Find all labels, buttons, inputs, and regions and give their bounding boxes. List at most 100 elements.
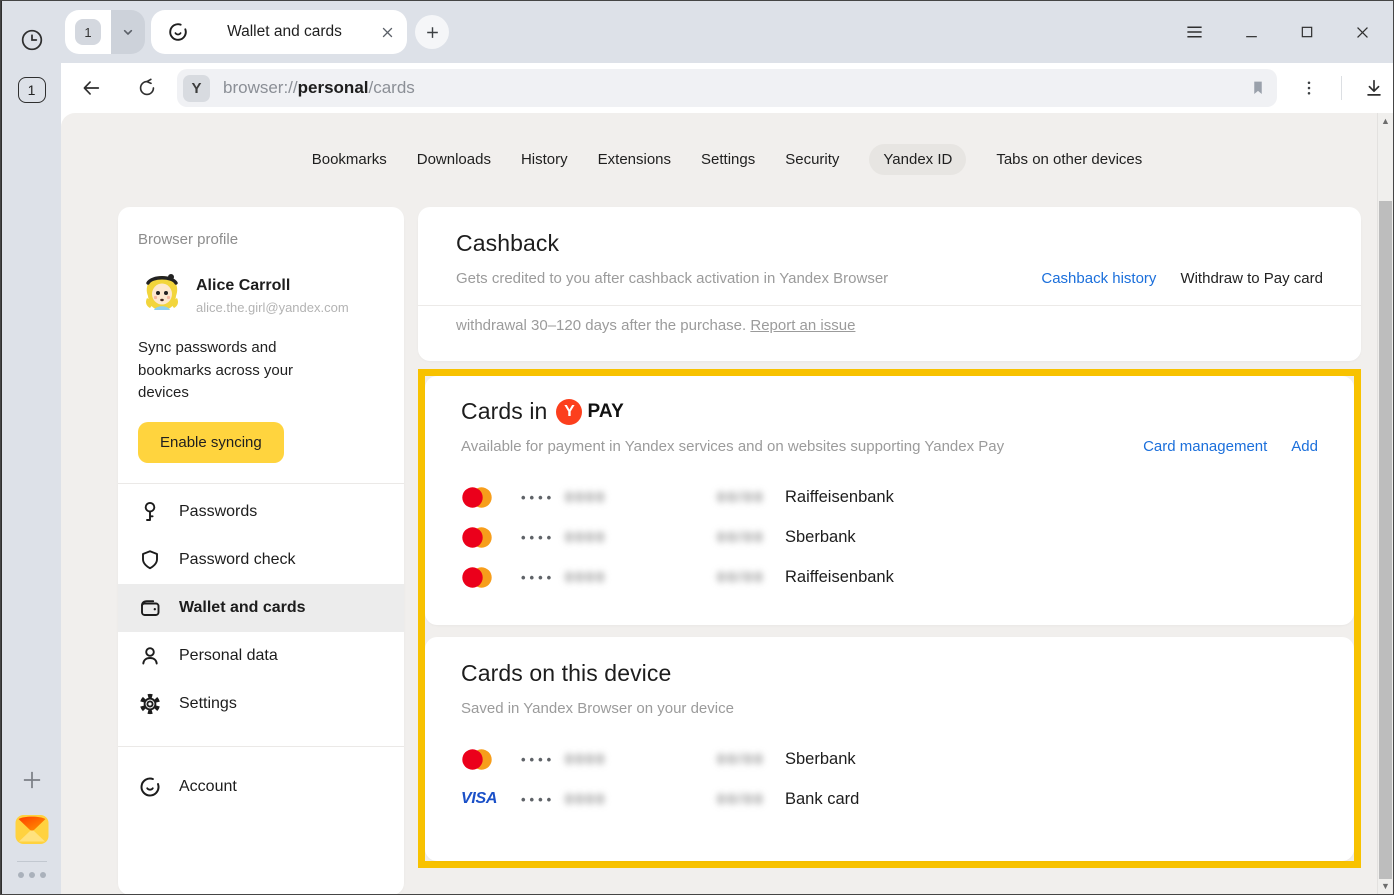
kebab-menu-icon[interactable] — [1291, 70, 1327, 106]
nav-downloads[interactable]: Downloads — [417, 151, 491, 168]
tab-close-icon[interactable] — [380, 25, 395, 40]
menu-item-wallet-and-cards[interactable]: Wallet and cards — [118, 584, 404, 632]
card-row[interactable]: •••• 0000 00/00 Raiffeisenbank — [425, 477, 1354, 517]
url-text[interactable]: browser://personal/cards — [223, 78, 1249, 98]
yandex-id-icon — [138, 775, 162, 799]
nav-history[interactable]: History — [521, 151, 568, 168]
menu-item-personal-data[interactable]: Personal data — [118, 632, 404, 680]
nav-yandex-id[interactable]: Yandex ID — [869, 144, 966, 175]
gear-icon — [138, 692, 162, 716]
site-favicon-y: Y — [183, 75, 210, 102]
nav-security[interactable]: Security — [785, 151, 839, 168]
browser-menu-icon[interactable] — [1185, 24, 1204, 40]
shield-icon — [138, 548, 162, 572]
tab-group-chevron[interactable] — [111, 10, 145, 54]
card-number-blurred: 0000 — [565, 529, 717, 546]
cashback-title: Cashback — [456, 230, 1323, 257]
profile-section-label: Browser profile — [138, 231, 384, 248]
menu-label: Account — [179, 778, 237, 796]
profile-panel: Browser profile — [118, 207, 404, 894]
menu-label: Password check — [179, 551, 296, 569]
nav-extensions[interactable]: Extensions — [598, 151, 671, 168]
person-icon — [138, 644, 162, 668]
browser-window: 1 1 — [0, 0, 1394, 895]
card-number-blurred: 0000 — [565, 569, 717, 586]
card-row[interactable]: VISA •••• 0000 00/00 Bank card — [425, 779, 1354, 819]
nav-tabs-other-devices[interactable]: Tabs on other devices — [996, 151, 1142, 168]
enable-syncing-button[interactable]: Enable syncing — [138, 422, 284, 463]
sync-description: Sync passwords and bookmarks across your… — [138, 337, 328, 405]
yandex-logo-icon: Y — [556, 399, 582, 425]
tab-group-control[interactable]: 1 — [65, 10, 145, 54]
settings-page: Bookmarks Downloads History Extensions S… — [61, 113, 1393, 894]
avatar[interactable] — [138, 270, 186, 318]
scroll-up-arrow-icon[interactable]: ▲ — [1378, 113, 1393, 129]
card-bank-name: Raiffeisenbank — [785, 568, 1318, 587]
menu-item-settings[interactable]: Settings — [118, 680, 404, 728]
page-scrollbar[interactable]: ▲ ▼ — [1377, 113, 1393, 894]
bookmark-flag-icon[interactable] — [1249, 78, 1267, 98]
tab-title: Wallet and cards — [189, 23, 380, 41]
scroll-down-arrow-icon[interactable]: ▼ — [1378, 878, 1393, 894]
yandex-id-favicon — [167, 21, 189, 43]
menu-item-password-check[interactable]: Password check — [118, 536, 404, 584]
cashback-subtitle: Gets credited to you after cashback acti… — [456, 270, 1041, 287]
card-number-blurred: 0000 — [565, 751, 717, 768]
menu-item-passwords[interactable]: Passwords — [118, 488, 404, 536]
card-bank-name: Sberbank — [785, 528, 1318, 547]
cashback-history-link[interactable]: Cashback history — [1041, 270, 1156, 287]
scrollbar-thumb[interactable] — [1379, 201, 1392, 879]
tab-strip: 1 Wallet and cards — [61, 1, 1393, 63]
back-icon[interactable] — [73, 70, 109, 106]
add-card-link[interactable]: Add — [1291, 438, 1318, 455]
card-expiry-blurred: 00/00 — [717, 791, 785, 808]
card-number-blurred: 0000 — [565, 791, 717, 808]
report-an-issue-link[interactable]: Report an issue — [750, 317, 855, 334]
mastercard-icon — [461, 526, 521, 549]
card-bank-name: Bank card — [785, 790, 1318, 809]
card-management-link[interactable]: Card management — [1143, 438, 1267, 455]
active-tab[interactable]: Wallet and cards — [151, 10, 407, 54]
sidebar-add-icon[interactable] — [19, 767, 45, 793]
window-maximize-icon[interactable] — [1299, 24, 1315, 40]
card-expiry-blurred: 00/00 — [717, 751, 785, 768]
card-row[interactable]: •••• 0000 00/00 Sberbank — [425, 739, 1354, 779]
cashback-note: withdrawal 30–120 days after the purchas… — [418, 306, 1361, 361]
toolbar-divider — [1341, 76, 1342, 100]
wallet-icon — [138, 596, 162, 620]
ypay-card-list: •••• 0000 00/00 Raiffeisenbank •••• 0000 — [425, 477, 1354, 597]
withdraw-to-pay-card-link[interactable]: Withdraw to Pay card — [1180, 270, 1323, 287]
nav-bookmarks[interactable]: Bookmarks — [312, 151, 387, 168]
card-expiry-blurred: 00/00 — [717, 529, 785, 546]
card-expiry-blurred: 00/00 — [717, 569, 785, 586]
menu-item-account[interactable]: Account — [118, 763, 404, 811]
history-clock-icon[interactable] — [19, 27, 45, 53]
settings-menu: Passwords Password check W — [118, 484, 404, 732]
card-row[interactable]: •••• 0000 00/00 Raiffeisenbank — [425, 557, 1354, 597]
app-sidebar: 1 — [1, 1, 61, 894]
downloads-icon[interactable] — [1356, 70, 1392, 106]
window-minimize-icon[interactable] — [1243, 24, 1260, 40]
yandex-pay-logo: Y PAY — [556, 399, 624, 425]
sidebar-more-icon[interactable] — [18, 872, 46, 878]
menu-label: Personal data — [179, 647, 278, 665]
card-row[interactable]: •••• 0000 00/00 Sberbank — [425, 517, 1354, 557]
url-bar[interactable]: Y browser://personal/cards — [177, 69, 1277, 107]
browser-toolbar: Y browser://personal/cards — [61, 63, 1393, 113]
device-card-list: •••• 0000 00/00 Sberbank VISA •••• 0000 — [425, 739, 1354, 819]
new-tab-button[interactable] — [415, 15, 449, 49]
tab-list-button[interactable]: 1 — [18, 77, 46, 103]
tab-group-count[interactable]: 1 — [75, 19, 101, 45]
scrollbar-track[interactable] — [1378, 129, 1393, 878]
highlight-box: Cards in Y PAY Available for payment in … — [418, 369, 1361, 868]
device-cards-card: Cards on this device Saved in Yandex Bro… — [425, 637, 1354, 861]
profile-name: Alice Carroll — [196, 277, 349, 295]
card-mask-dots: •••• — [521, 752, 565, 767]
yandex-mail-app-icon[interactable] — [14, 811, 50, 847]
window-close-icon[interactable] — [1354, 24, 1371, 41]
reload-icon[interactable] — [129, 70, 165, 106]
card-bank-name: Sberbank — [785, 750, 1318, 769]
mastercard-icon — [461, 566, 521, 589]
nav-settings[interactable]: Settings — [701, 151, 755, 168]
mastercard-icon — [461, 486, 521, 509]
